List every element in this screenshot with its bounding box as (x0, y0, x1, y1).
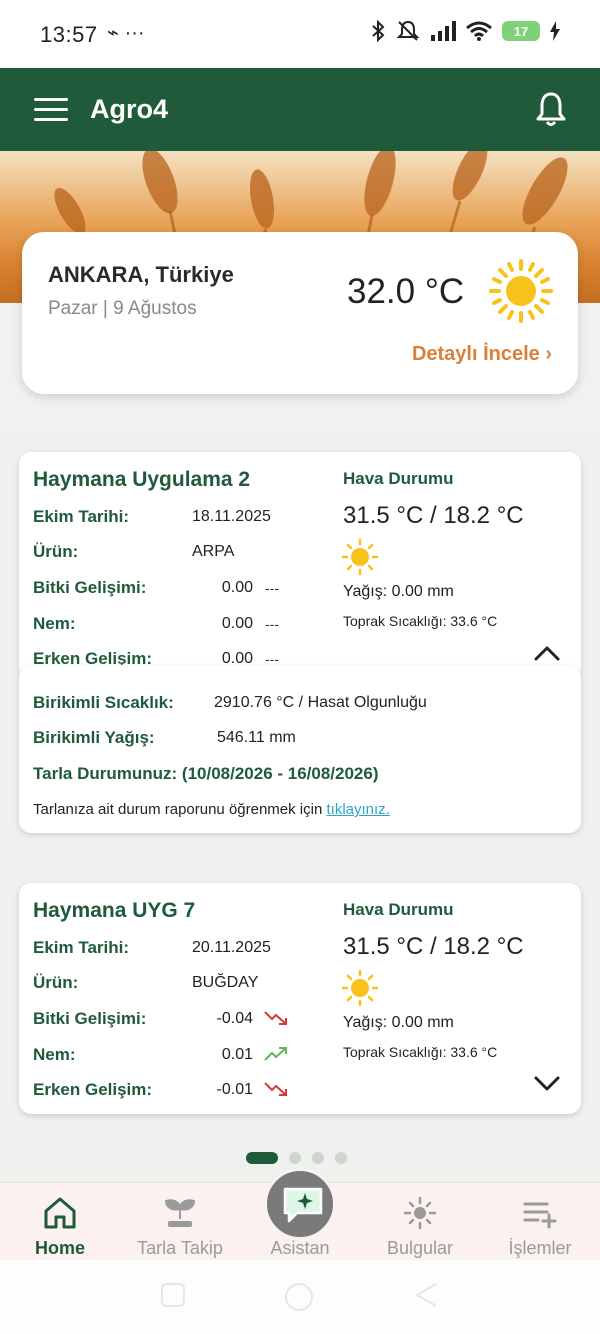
report-text: Tarlanıza ait durum raporunu öğrenmek iç… (33, 801, 390, 818)
humidity-value: 0.00 (221, 615, 253, 632)
weather-date: Pazar | 9 Ağustos (48, 298, 197, 319)
home-button-icon[interactable] (284, 1282, 314, 1312)
field-card[interactable]: Haymana Uygulama 2 Ekim Tarihi: 18.11.20… (19, 452, 581, 680)
plant-growth-label: Bitki Gelişimi: (33, 1009, 147, 1028)
humidity-trend: --- (265, 616, 279, 632)
nav-findings[interactable]: Bulgular (360, 1183, 480, 1261)
humidity-label: Nem: (33, 1045, 76, 1064)
bell-icon[interactable] (536, 91, 566, 127)
field-weather-temp: 31.5 °C / 18.2 °C (343, 502, 524, 529)
field-soil-temp: Toprak Sıcaklığı: 33.6 °C (343, 613, 498, 629)
trend-down-icon (264, 1011, 287, 1025)
field-card[interactable]: Haymana UYG 7 Ekim Tarihi: 20.11.2025 Ür… (19, 883, 581, 1114)
app-title: Agro4 (90, 94, 169, 124)
field-name: Haymana UYG 7 (33, 899, 196, 922)
field-details-panel: Birikimli Sıcaklık: 2910.76 °C / Hasat O… (19, 665, 581, 833)
back-icon[interactable] (414, 1282, 438, 1308)
chat-sparkle-icon (283, 1187, 323, 1223)
field-rain: Yağış: 0.00 mm (343, 583, 454, 600)
menu-icon[interactable] (34, 98, 68, 122)
chevron-down-icon[interactable] (533, 1075, 561, 1093)
pager-dot-active[interactable] (246, 1152, 278, 1164)
planting-date-value: 18.11.2025 (192, 508, 271, 525)
field-weather-title: Hava Durumu (343, 469, 454, 488)
nav-label: Bulgular (386, 1238, 454, 1258)
assistant-button[interactable] (264, 1168, 336, 1240)
field-name: Haymana Uygulama 2 (33, 468, 251, 491)
humidity-value: 0.01 (221, 1046, 253, 1063)
weather-card: ANKARA, Türkiye Pazar | 9 Ağustos 32.0 °… (22, 232, 578, 394)
signal-icon (431, 21, 456, 41)
nav-label: Asistan (270, 1238, 330, 1258)
trend-up-icon (264, 1047, 287, 1061)
planting-date-label: Ekim Tarihi: (33, 507, 130, 526)
field-status-title: Tarla Durumunuz: (10/08/2026 - 16/08/202… (33, 764, 379, 783)
system-navigation-bar (0, 1260, 600, 1334)
pager-dot[interactable] (312, 1152, 324, 1164)
product-label: Ürün: (33, 542, 79, 561)
list-add-icon (523, 1202, 557, 1229)
field-rain: Yağış: 0.00 mm (343, 1014, 454, 1031)
plant-growth-trend: --- (265, 580, 279, 596)
charging-icon (550, 21, 560, 41)
cumulative-rain-label: Birikimli Yağış: (33, 728, 155, 747)
planting-date-label: Ekim Tarihi: (33, 938, 130, 957)
planting-date-value: 20.11.2025 (192, 939, 271, 956)
status-bar: 13:57 ⌁ ··· 17 (0, 0, 600, 68)
status-icons: 17 (370, 20, 560, 42)
detail-link[interactable]: Detaylı İncele › (412, 343, 552, 366)
pager-dots (246, 1152, 347, 1164)
recents-icon[interactable] (160, 1282, 186, 1308)
status-time: 13:57 (40, 22, 98, 47)
cumulative-rain-value: 546.11 mm (217, 729, 296, 746)
mute-icon (396, 20, 420, 41)
report-prompt: Tarlanıza ait durum raporunu öğrenmek iç… (33, 801, 327, 818)
sun-icon (341, 969, 379, 1007)
app-bar: Agro4 (0, 68, 600, 151)
pager-dot[interactable] (335, 1152, 347, 1164)
bluetooth-icon (372, 20, 385, 42)
humidity-label: Nem: (33, 614, 76, 633)
pager-dot[interactable] (289, 1152, 301, 1164)
nav-label: İşlemler (508, 1238, 572, 1258)
wifi-icon (466, 21, 492, 41)
report-link[interactable]: tıklayınız. (326, 801, 389, 818)
home-icon (44, 1197, 76, 1229)
product-value: BUĞDAY (192, 974, 259, 991)
nav-operations[interactable]: İşlemler (480, 1183, 600, 1261)
trend-down-icon (264, 1082, 287, 1096)
cumulative-temp-label: Birikimli Sıcaklık: (33, 693, 174, 712)
nav-label: Tarla Takip (137, 1238, 223, 1258)
early-growth-value: -0.01 (216, 1081, 253, 1098)
weather-city: ANKARA, Türkiye (48, 262, 234, 287)
plant-growth-value: 0.00 (221, 579, 253, 596)
status-notification-icons: ⌁ ··· (107, 22, 145, 44)
plant-growth-label: Bitki Gelişimi: (33, 578, 147, 597)
field-soil-temp: Toprak Sıcaklığı: 33.6 °C (343, 1044, 498, 1060)
nav-home[interactable]: Home (0, 1183, 120, 1261)
field-weather-title: Hava Durumu (343, 900, 454, 919)
early-growth-label: Erken Gelişim: (33, 1080, 153, 1099)
plant-growth-value: -0.04 (216, 1010, 253, 1027)
product-label: Ürün: (33, 973, 79, 992)
nav-label: Home (34, 1238, 85, 1258)
nav-field-tracking[interactable]: Tarla Takip (120, 1183, 240, 1261)
chevron-up-icon[interactable] (533, 644, 561, 662)
sprout-icon (164, 1199, 196, 1227)
battery-icon: 17 (502, 21, 540, 41)
cumulative-temp-value: 2910.76 °C / Hasat Olgunluğu (214, 694, 427, 711)
field-weather-temp: 31.5 °C / 18.2 °C (343, 933, 524, 960)
weather-temperature: 32.0 °C (347, 272, 465, 311)
battery-level: 17 (513, 23, 529, 39)
sun-icon (489, 259, 553, 323)
bug-icon (403, 1196, 437, 1230)
sun-icon (341, 538, 379, 576)
product-value: ARPA (192, 543, 235, 560)
